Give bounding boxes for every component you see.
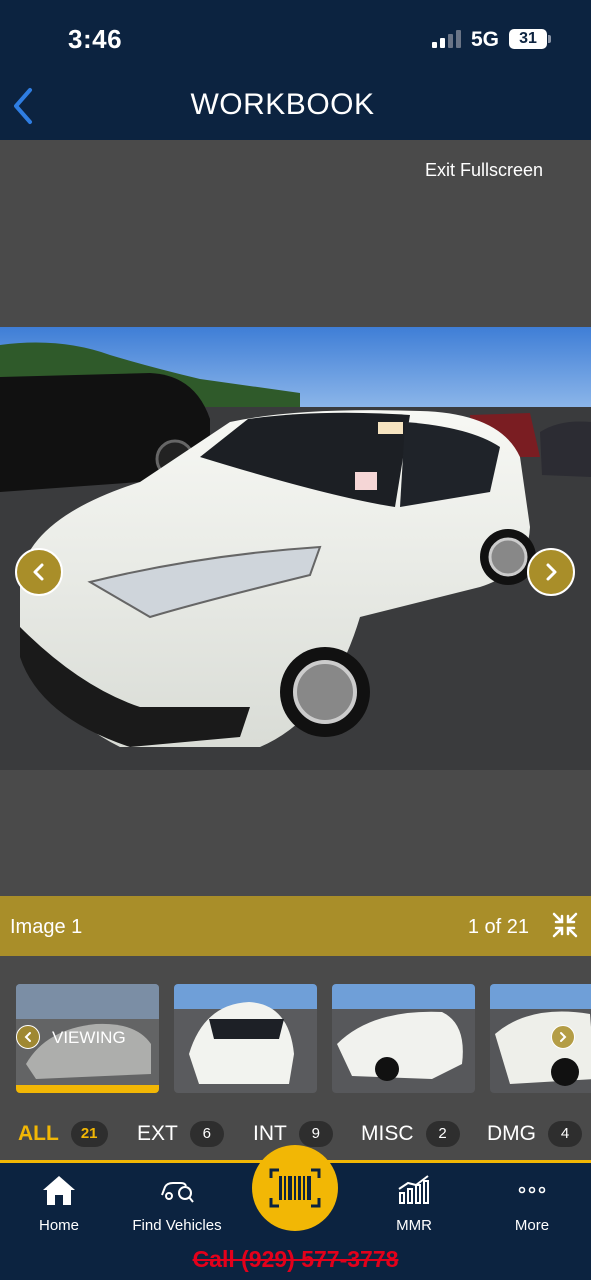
collapse-arrows-icon[interactable] <box>551 911 579 939</box>
image-viewer: Exit Fullscreen <box>0 140 591 896</box>
chevron-left-icon <box>33 563 44 581</box>
tab-find-vehicles[interactable]: Find Vehicles <box>122 1173 232 1243</box>
tab-label: Find Vehicles <box>132 1217 222 1234</box>
image-counter: 1 of 21 <box>467 916 529 938</box>
image-caption-bar: Image 1 1 of 21 <box>0 896 591 956</box>
status-time: 3:46 <box>68 24 123 54</box>
filter-label: EXT <box>137 1122 178 1145</box>
filter-all[interactable]: ALL 21 <box>18 1120 108 1148</box>
call-phone-link[interactable]: Call (929) 577-3778 <box>0 1246 591 1273</box>
tab-label: Home <box>38 1217 79 1234</box>
filter-label: DMG <box>487 1122 536 1145</box>
tab-label: MMR <box>396 1217 432 1234</box>
viewing-indicator <box>16 1085 159 1093</box>
filter-count: 2 <box>425 1121 460 1147</box>
filter-count: 4 <box>548 1121 582 1147</box>
filter-dmg[interactable]: DMG 4 <box>487 1120 582 1148</box>
network-type: 5G <box>471 28 500 51</box>
filter-label: ALL <box>18 1122 59 1145</box>
page-title: WORKBOOK <box>190 88 375 121</box>
tab-mmr[interactable]: MMR <box>359 1173 469 1243</box>
app-screen: 3:46 5G 31 WORKBOOK Exit Fullscreen Imag… <box>0 0 591 1280</box>
filter-count: 9 <box>298 1121 333 1147</box>
tab-home[interactable]: Home <box>4 1173 114 1243</box>
viewing-label: VIEWING <box>52 1028 126 1047</box>
thumbnail-3[interactable] <box>332 984 475 1093</box>
vehicle-photo <box>0 327 591 770</box>
thumbnail-1[interactable]: VIEWING <box>16 984 159 1093</box>
scan-button[interactable] <box>252 1145 338 1231</box>
chevron-left-icon[interactable] <box>16 1025 40 1049</box>
filter-label: INT <box>253 1122 287 1145</box>
filter-count: 21 <box>70 1121 108 1147</box>
status-bar: 3:46 5G 31 <box>0 0 591 70</box>
exit-fullscreen-button[interactable]: Exit Fullscreen <box>425 160 543 181</box>
signal-icon <box>432 30 462 48</box>
chevron-right-icon <box>546 563 557 581</box>
tab-label: More <box>514 1217 550 1234</box>
filter-label: MISC <box>361 1122 414 1145</box>
next-image-button[interactable] <box>527 548 575 596</box>
battery-icon: 31 <box>509 29 547 49</box>
thumbnail-2[interactable] <box>174 984 317 1093</box>
nav-bar: WORKBOOK <box>0 70 591 140</box>
tab-more[interactable]: More <box>477 1173 587 1243</box>
filter-count: 6 <box>189 1121 224 1147</box>
image-label: Image 1 <box>10 916 83 938</box>
previous-image-button[interactable] <box>15 548 63 596</box>
thumbnail-strip[interactable]: VIEWING <box>0 956 591 1106</box>
thumbnail-4[interactable] <box>490 984 591 1093</box>
car-search-icon <box>161 1182 194 1203</box>
chart-icon <box>398 1175 429 1204</box>
filter-misc[interactable]: MISC 2 <box>361 1120 460 1148</box>
chevron-right-icon[interactable] <box>551 1025 575 1049</box>
barcode-scan-icon <box>269 1168 321 1208</box>
battery-tip <box>548 35 551 43</box>
filter-int[interactable]: INT 9 <box>253 1120 333 1148</box>
filter-ext[interactable]: EXT 6 <box>137 1120 224 1148</box>
home-icon <box>43 1176 75 1205</box>
more-dots-icon <box>518 1186 546 1194</box>
